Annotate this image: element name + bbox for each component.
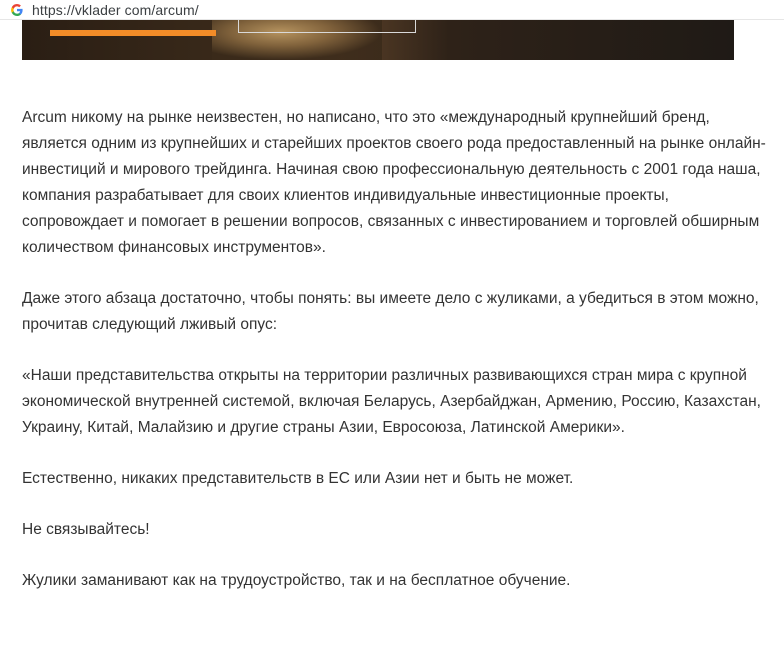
address-bar[interactable]: https://vklader com/arcum/ xyxy=(0,0,784,20)
article-body: Arcum никому на рынке неизвестен, но нап… xyxy=(22,105,772,619)
paragraph-no-offices: Естественно, никаких представительств в … xyxy=(22,470,574,487)
banner-orange-bar xyxy=(50,30,216,36)
paragraph-quote: «Наши представительства открыты на терри… xyxy=(22,367,761,436)
banner-frame xyxy=(238,20,416,33)
paragraph-lure: Жулики заманивают как на трудоустройство… xyxy=(22,572,571,589)
url-text[interactable]: https://vklader com/arcum/ xyxy=(32,2,199,18)
paragraph-dont-engage: Не связывайтесь! xyxy=(22,521,150,538)
paragraph-warning: Даже этого абзаца достаточно, чтобы поня… xyxy=(22,290,759,333)
article-banner-image xyxy=(22,20,734,60)
google-g-icon xyxy=(10,3,24,17)
paragraph-intro: Arcum никому на рынке неизвестен, но нап… xyxy=(22,109,766,256)
